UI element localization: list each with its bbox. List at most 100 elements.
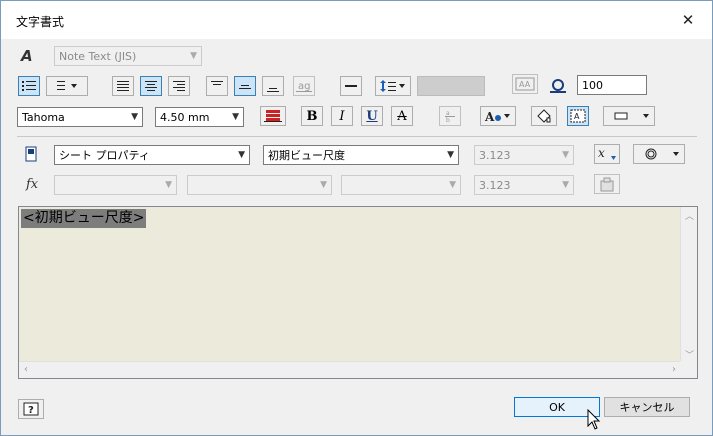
function-name-select[interactable]: ▼	[187, 175, 332, 195]
svg-text:x: x	[598, 146, 605, 160]
chevron-down-icon: ▼	[449, 180, 456, 190]
line-button[interactable]	[340, 76, 362, 96]
scroll-down-icon[interactable]: ﹀	[685, 348, 694, 361]
valign-middle-button[interactable]	[234, 76, 256, 96]
background-fill-button[interactable]	[531, 106, 557, 126]
title-bar: 文字書式 ✕	[1, 1, 712, 39]
insert-function-button[interactable]	[594, 174, 620, 194]
separator	[17, 136, 697, 137]
chevron-down-icon: ▼	[320, 180, 327, 190]
align-right-button[interactable]	[168, 76, 190, 96]
cancel-label: キャンセル	[619, 401, 675, 414]
function-precision-select[interactable]: 3.123 ▼	[474, 175, 574, 195]
insert-parameter-icon: x	[598, 146, 616, 160]
frame-style-icon	[614, 112, 649, 120]
paint-bucket-icon	[537, 109, 551, 123]
mouse-cursor-icon	[587, 408, 601, 434]
insert-function-icon	[600, 177, 614, 192]
align-center-button[interactable]	[140, 76, 162, 96]
close-icon[interactable]: ✕	[677, 9, 699, 31]
italic-button[interactable]: I	[331, 106, 353, 126]
line-spacing-button[interactable]	[375, 76, 411, 96]
numbered-list-icon	[57, 81, 77, 90]
help-glyph: ?	[28, 405, 34, 416]
help-icon: ?	[23, 402, 39, 416]
stretch-percent-input[interactable]: 100	[577, 75, 647, 95]
color-button[interactable]	[260, 106, 286, 126]
parameter-property-value: 初期ビュー尺度	[268, 149, 345, 162]
function-icon: fx	[26, 177, 39, 192]
baseline-button[interactable]: ag	[293, 76, 315, 96]
function-precision-value: 3.123	[479, 178, 511, 192]
symbol-insert-button[interactable]	[633, 144, 685, 164]
font-family-value: Tahoma	[22, 110, 65, 124]
valign-top-button[interactable]	[206, 76, 228, 96]
text-frame-button[interactable]: A	[567, 106, 589, 126]
scroll-left-icon[interactable]: ‹	[24, 364, 28, 375]
align-left-icon	[117, 81, 129, 91]
stack-fraction-icon: ab	[445, 110, 455, 123]
text-format-dialog: 文字書式 ✕ A Note Text (JIS) ▼ ag AA 100 Tah…	[0, 0, 713, 436]
bold-button[interactable]: B	[301, 106, 323, 126]
valign-top-icon	[211, 81, 223, 85]
svg-text:A: A	[574, 112, 580, 121]
align-left-button[interactable]	[112, 76, 134, 96]
text-frame-icon: A	[570, 109, 586, 123]
bold-glyph: B	[306, 108, 318, 124]
fit-text-icon: AA	[515, 77, 535, 91]
text-editor[interactable]: <初期ビュー尺度> ︿ ﹀ ‹ ›	[18, 206, 698, 379]
parameter-source-value: シート プロパティ	[59, 149, 150, 162]
valign-bottom-icon	[267, 88, 279, 92]
stretch-icon	[549, 77, 567, 98]
function-arg-select[interactable]: ▼	[341, 175, 461, 195]
line-spacing-value[interactable]	[417, 76, 485, 96]
precision-select[interactable]: 3.123 ▼	[474, 145, 574, 165]
chevron-down-icon: ▼	[190, 51, 197, 61]
svg-text:AA: AA	[519, 80, 531, 89]
font-size-select[interactable]: 4.50 mm ▼	[155, 107, 244, 127]
scroll-up-icon[interactable]: ︿	[685, 209, 694, 222]
font-family-select[interactable]: Tahoma ▼	[17, 107, 143, 127]
chevron-down-icon: ▼	[232, 112, 239, 122]
strikethrough-button[interactable]: A	[391, 106, 413, 126]
svg-text:ag: ag	[298, 81, 310, 92]
bullet-list-icon	[22, 81, 36, 91]
precision-value: 3.123	[479, 148, 511, 162]
scroll-right-icon[interactable]: ›	[672, 364, 676, 375]
color-stack-icon	[264, 110, 282, 122]
help-button[interactable]: ?	[18, 399, 44, 419]
ok-label: OK	[549, 400, 565, 414]
scroll-corner	[680, 361, 697, 378]
bullet-list-button[interactable]	[18, 76, 40, 96]
dialog-title: 文字書式	[16, 15, 65, 29]
symbol-button[interactable]: A	[480, 106, 516, 126]
align-right-icon	[173, 81, 185, 91]
svg-text:a: a	[446, 110, 450, 117]
parameter-type-icon	[25, 146, 37, 165]
function-category-select[interactable]: ▼	[54, 175, 177, 195]
cancel-button[interactable]: キャンセル	[604, 397, 690, 417]
parameter-property-select[interactable]: 初期ビュー尺度 ▼	[263, 145, 459, 165]
text-style-value: Note Text (JIS)	[59, 49, 137, 63]
frame-style-button[interactable]	[603, 106, 655, 126]
stretch-percent-value: 100	[582, 78, 603, 92]
chevron-down-icon: ▼	[562, 150, 569, 160]
numbered-list-button[interactable]	[46, 76, 88, 96]
valign-bottom-button[interactable]	[262, 76, 284, 96]
parameter-source-select[interactable]: シート プロパティ ▼	[54, 145, 250, 165]
text-style-select[interactable]: Note Text (JIS) ▼	[54, 46, 202, 66]
strikethrough-glyph: A	[397, 108, 407, 124]
editor-content[interactable]: <初期ビュー尺度>	[21, 209, 147, 228]
insert-parameter-button[interactable]: x	[594, 144, 620, 164]
chevron-down-icon: ▼	[562, 180, 569, 190]
valign-middle-icon	[239, 85, 251, 89]
line-icon	[345, 85, 357, 87]
fit-text-button[interactable]: AA	[512, 74, 538, 94]
chevron-down-icon: ▼	[447, 150, 454, 160]
align-center-icon	[145, 81, 157, 91]
svg-text:b: b	[446, 117, 450, 123]
stack-button[interactable]: ab	[439, 106, 461, 126]
horizontal-scrollbar[interactable]: ‹ ›	[19, 361, 681, 378]
underline-button[interactable]: U	[361, 106, 383, 126]
vertical-scrollbar[interactable]: ︿ ﹀	[680, 207, 697, 363]
